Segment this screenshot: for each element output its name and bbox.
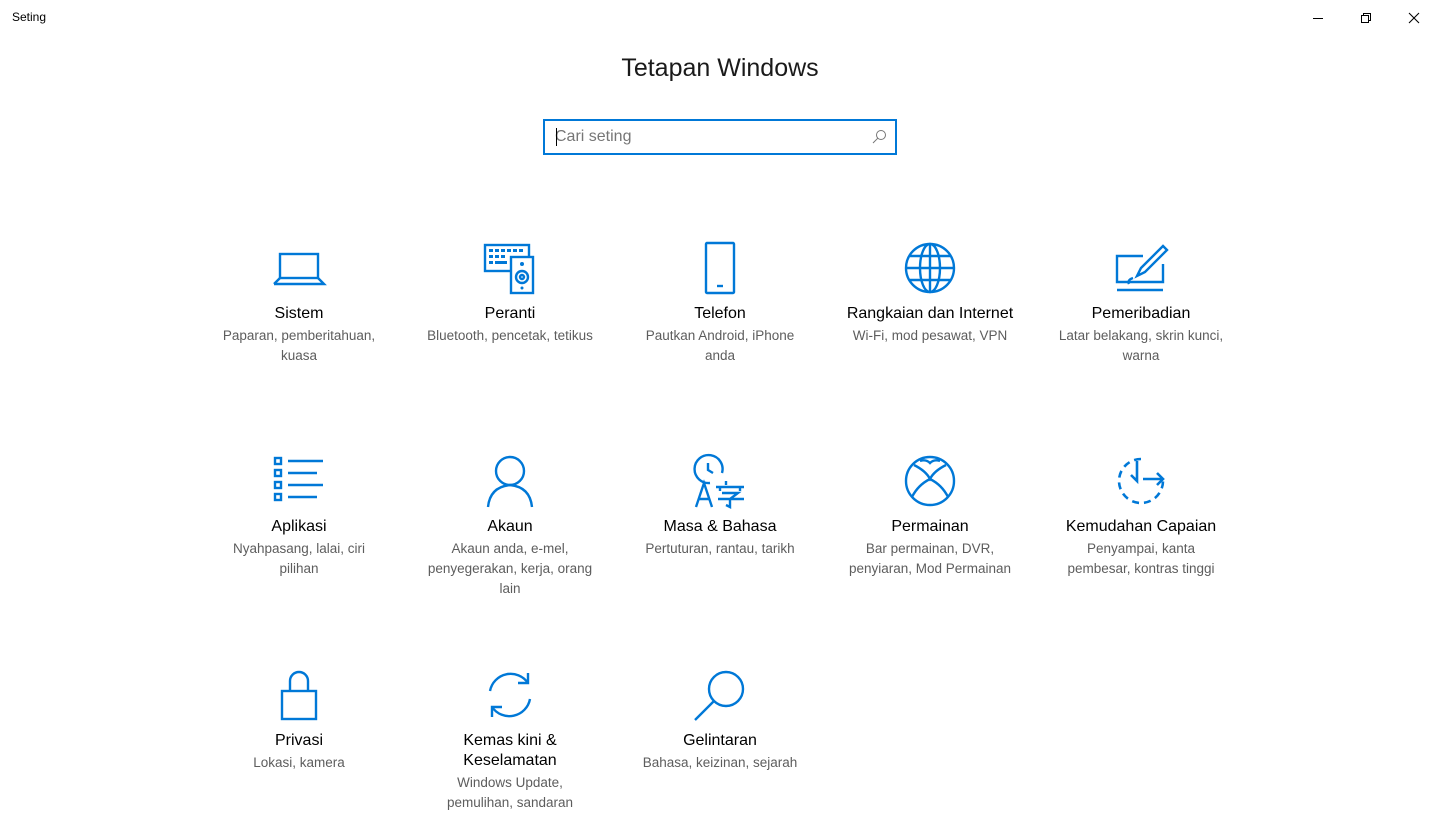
tile-icon-wrap [199,234,399,296]
tile-icon-wrap [199,447,399,509]
tile-desc: Pautkan Android, iPhone anda [645,328,795,363]
tile-icon-wrap [410,661,610,723]
tile-icon-wrap [830,234,1030,296]
tile-gelintaran[interactable]: Gelintaran Bahasa, keizinan, sejarah [620,661,820,773]
tile-name: Kemudahan Capaian [1065,518,1217,535]
tile-name: Akaun [487,518,533,535]
tile-name: Masa & Bahasa [663,518,777,535]
tile-name: Aplikasi [271,518,327,535]
tile-desc: Latar belakang, skrin kunci, warna [1058,328,1224,363]
tile-desc: Paparan, pemberitahuan, kuasa [222,328,376,363]
tile-name: Gelintaran [683,732,757,749]
tile-icon-wrap [620,234,820,296]
close-button[interactable] [1390,0,1438,36]
tile-akaun[interactable]: Akaun Akaun anda, e-mel, penyegerakan, k… [410,447,610,599]
tile-icon-wrap [1041,447,1241,509]
title-bar: Seting [0,0,1440,36]
tile-telefon[interactable]: Telefon Pautkan Android, iPhone anda [620,234,820,366]
tile-aplikasi[interactable]: Aplikasi Nyahpasang, lalai, ciri pilihan [199,447,399,579]
tile-name: Sistem [274,305,324,322]
minimize-button[interactable] [1294,0,1342,36]
tile-desc: Akaun anda, e-mel, penyegerakan, kerja, … [427,541,593,596]
tile-rangkaian[interactable]: Rangkaian dan Internet Wi-Fi, mod pesawa… [830,234,1030,346]
tile-desc: Pertuturan, rantau, tarikh [645,541,795,556]
xbox-icon [904,455,956,507]
app-title: Seting [12,10,47,24]
tile-desc: Bahasa, keizinan, sejarah [642,755,798,770]
phone-icon [704,241,736,295]
tile-name: Privasi [274,732,323,749]
tile-masa-bahasa[interactable]: Masa & Bahasa Pertuturan, rantau, tarikh [620,447,820,559]
tile-sistem[interactable]: Sistem Paparan, pemberitahuan, kuasa [199,234,399,366]
restore-icon [1361,13,1371,23]
tile-name: Kemas kini & Keselamatan [463,732,557,769]
apps-list-icon [273,456,323,502]
tile-name: Telefon [694,305,746,322]
tile-desc: Lokasi, kamera [253,755,345,770]
search-icon[interactable] [871,129,887,145]
tile-name: Permainan [891,518,969,535]
page-title: Tetapan Windows [621,54,819,82]
sync-icon [488,672,532,718]
tile-icon-wrap [830,447,1030,509]
ease-of-access-icon [1117,457,1165,505]
devices-icon [483,243,535,295]
tile-icon-wrap [620,661,820,723]
magnifier-icon [694,670,745,721]
minimize-icon [1313,18,1323,19]
tile-desc: Bluetooth, pencetak, tetikus [427,328,593,343]
tile-name: Pemeribadian [1091,305,1191,322]
lock-icon [280,670,318,721]
tile-peranti[interactable]: Peranti Bluetooth, pencetak, tetikus [410,234,610,346]
close-icon [1408,12,1420,24]
time-language-icon [693,453,744,509]
tile-desc: Windows Update, pemulihan, sandaran [446,775,574,810]
tile-desc: Nyahpasang, lalai, ciri pilihan [232,541,366,576]
tile-permainan[interactable]: Permainan Bar permainan, DVR, penyiaran,… [830,447,1030,579]
search-input[interactable] [555,121,855,153]
person-icon [486,455,534,508]
tile-privasi[interactable]: Privasi Lokasi, kamera [199,661,399,773]
tile-name: Peranti [484,305,536,322]
tile-desc: Wi-Fi, mod pesawat, VPN [852,328,1008,343]
tile-icon-wrap [620,447,820,509]
tile-icon-wrap [410,447,610,509]
search-box[interactable] [543,119,897,155]
tile-kemudahan-capaian[interactable]: Kemudahan Capaian Penyampai, kanta pembe… [1041,447,1241,579]
tile-desc: Bar permainan, DVR, penyiaran, Mod Perma… [848,541,1012,576]
tile-icon-wrap [410,234,610,296]
restore-button[interactable] [1342,0,1390,36]
tile-desc: Penyampai, kanta pembesar, kontras tingg… [1067,541,1215,576]
tile-icon-wrap [199,661,399,723]
laptop-icon [273,252,327,286]
text-caret [556,128,557,146]
personalization-icon [1115,244,1169,292]
tile-name: Rangkaian dan Internet [846,305,1014,322]
tile-pemeribadian[interactable]: Pemeribadian Latar belakang, skrin kunci… [1041,234,1241,366]
globe-icon [904,242,956,294]
tile-kemas-kini[interactable]: Kemas kini & Keselamatan Windows Update,… [410,661,610,813]
tile-icon-wrap [1041,234,1241,296]
